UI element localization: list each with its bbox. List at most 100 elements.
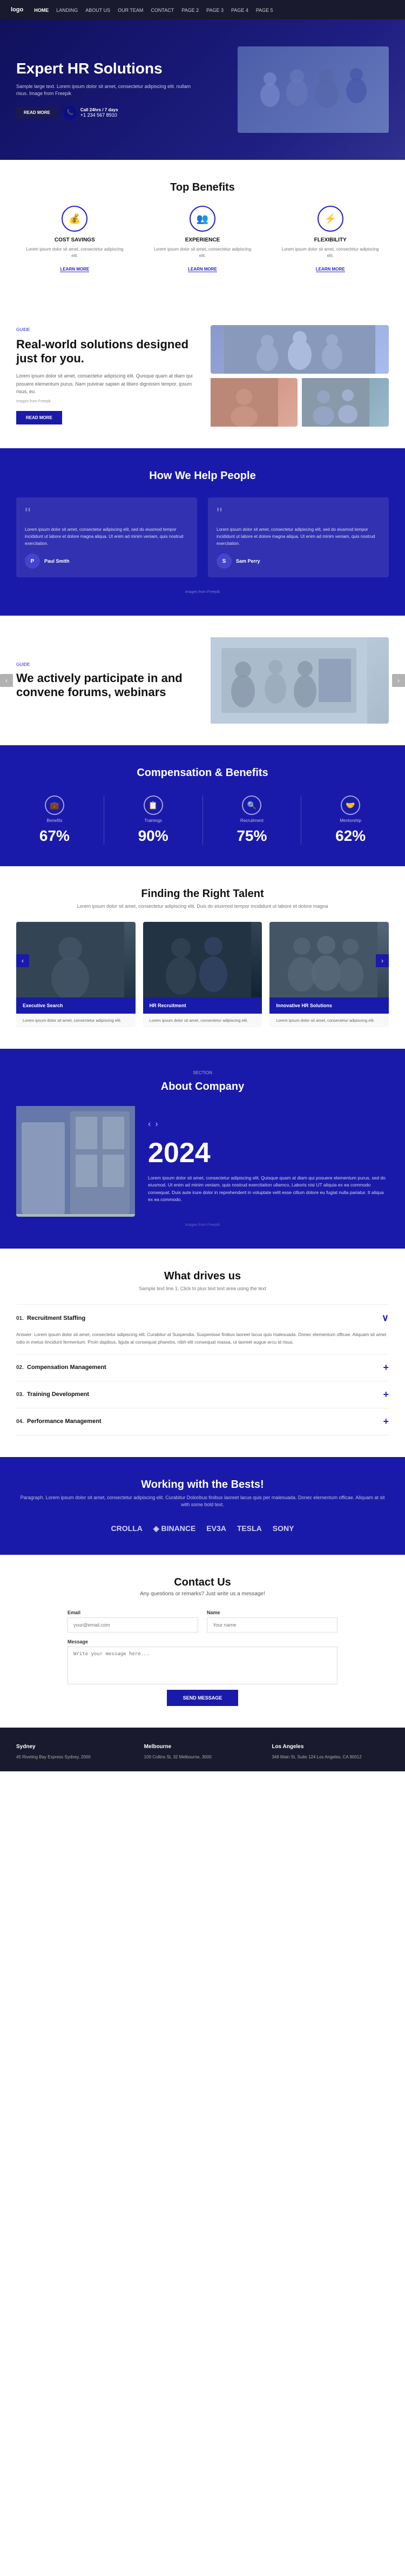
talent-card-1: HR Recruitment Lorem ipsum dolor sit ame…: [143, 922, 262, 1027]
faq-question-3[interactable]: 04. Performance Management +: [16, 1408, 389, 1435]
navbar-links: HOME LANDING ABOUT US OUR TEAM CONTACT P…: [34, 5, 273, 15]
form-group-email: Email: [68, 1610, 198, 1633]
solutions-title: Real-world solutions designed just for y…: [16, 338, 194, 366]
nav-team[interactable]: OUR TEAM: [118, 8, 143, 13]
send-message-button[interactable]: SEND MESSAGE: [167, 1690, 239, 1706]
talent-subtitle: Lorem ipsum dolor sit amet, consectetur …: [16, 903, 389, 909]
talent-arrow-left[interactable]: ‹: [16, 954, 29, 967]
testimonial-1: " Lorem ipsum dolor sit amet, consectetu…: [16, 497, 197, 577]
message-label: Message: [68, 1639, 338, 1644]
email-input[interactable]: [68, 1617, 198, 1633]
nav-contact[interactable]: CONTACT: [151, 8, 174, 13]
nav-page4[interactable]: PAGE 4: [231, 8, 248, 13]
bests-subtitle: Paragraph. Lorem ipsum dolor sit amet, c…: [16, 1494, 389, 1509]
talent-title: Finding the Right Talent: [16, 888, 389, 900]
phone-icon: 📞: [63, 106, 77, 120]
talent-card-text-0: Lorem ipsum dolor sit amet, consectetur …: [16, 1014, 136, 1027]
faq-item-1: 02. Compensation Management +: [16, 1354, 389, 1381]
compensation-title: Compensation & Benefits: [16, 767, 389, 779]
footer-city-sydney: Sydney: [16, 1744, 133, 1750]
talent-card-img-0: [16, 922, 136, 997]
solutions-read-more-button[interactable]: READ MORE: [16, 411, 62, 424]
comp-stat-benefits: 💼 Benefits 67%: [16, 795, 93, 845]
mentorship-stat-icon: 🤝: [341, 795, 360, 815]
comp-stat-trainings: 📋 Trainings 90%: [115, 795, 192, 845]
benefit-text-0: Lorem ipsum dolor sit amet, consectetur …: [23, 246, 127, 259]
faq-question-1[interactable]: 02. Compensation Management +: [16, 1354, 389, 1381]
drives-section: What drives us Sample text line 1. Click…: [0, 1249, 405, 1456]
forums-image: [211, 637, 389, 724]
talent-img-svg-0: [16, 922, 124, 997]
about-year: 2024: [148, 1137, 389, 1169]
nav-page2[interactable]: PAGE 2: [181, 8, 199, 13]
solutions-section: GUIDE Real-world solutions designed just…: [0, 304, 405, 448]
talent-card-label-0: Executive Search: [16, 997, 136, 1014]
talent-card-img-1: [143, 922, 262, 997]
hero-read-more-button[interactable]: READ MORE: [16, 107, 58, 118]
nav-page3[interactable]: PAGE 3: [206, 8, 224, 13]
about-img-svg: [16, 1106, 135, 1214]
navbar-logo: logo: [11, 6, 23, 13]
talent-cards: Executive Search Lorem ipsum dolor sit a…: [16, 922, 389, 1027]
testimonials-grid: " Lorem ipsum dolor sit amet, consectetu…: [16, 497, 389, 577]
about-next-button[interactable]: ›: [155, 1120, 158, 1129]
faq-answer-0: Answer: Lorem ipsum dolor sit amet, cons…: [16, 1331, 389, 1353]
about-image: [16, 1106, 135, 1217]
mentorship-stat-value: 62%: [335, 827, 366, 845]
talent-arrow-right[interactable]: ›: [376, 954, 389, 967]
faq-question-2[interactable]: 03. Training Development +: [16, 1381, 389, 1408]
hero-title: Expert HR Solutions: [16, 59, 195, 78]
nav-landing[interactable]: LANDING: [56, 8, 78, 13]
trainings-stat-value: 90%: [138, 827, 168, 845]
faq-item-2: 03. Training Development +: [16, 1381, 389, 1408]
benefit-cost-savings: 💰 COST SAVINGS Lorem ipsum dolor sit ame…: [16, 197, 133, 282]
bests-logos: CROLLA ◈ BINANCE EV3A TESLA SONY: [16, 1524, 389, 1533]
testimonial-author-2: S Sam Perry: [217, 554, 380, 569]
how-we-help-section: How We Help People " Lorem ipsum dolor s…: [0, 448, 405, 616]
testimonial-author-1: P Paul Smith: [25, 554, 188, 569]
forums-arrow-left[interactable]: ‹: [0, 674, 13, 687]
forums-label: GUIDE: [16, 662, 194, 667]
learn-more-1[interactable]: LEARN MORE: [188, 267, 217, 272]
drives-title: What drives us: [16, 1270, 389, 1283]
forums-section: ‹ GUIDE We actively participate in and c…: [0, 616, 405, 745]
author-name-2: Sam Perry: [236, 558, 260, 564]
solutions-content: GUIDE Real-world solutions designed just…: [16, 327, 194, 425]
compensation-section: Compensation & Benefits 💼 Benefits 67% 📋…: [0, 745, 405, 866]
hero-phone: 📞 Call 24hrs / 7 days +1 234 567 8910: [63, 106, 118, 120]
contact-section: Contact Us Any questions or remarks? Jus…: [0, 1555, 405, 1728]
trainings-stat-label: Trainings: [144, 818, 162, 823]
learn-more-0[interactable]: LEARN MORE: [60, 267, 89, 272]
solutions-img-credit: Images from Freepik: [16, 400, 194, 403]
faq-question-0[interactable]: 01. Recruitment Staffing ∨: [16, 1305, 389, 1331]
benefits-stat-icon: 💼: [45, 795, 64, 815]
about-prev-button[interactable]: ‹: [148, 1120, 151, 1129]
brand-logo-binance: ◈ BINANCE: [153, 1524, 195, 1533]
about-label: SECTION: [16, 1070, 389, 1075]
recruitment-stat-label: Recruitment: [240, 818, 264, 823]
brand-logo-sony: SONY: [273, 1524, 294, 1533]
benefit-title-2: FLEXIBILITY: [278, 237, 382, 243]
faq-question-text-2: 03. Training Development: [16, 1391, 89, 1398]
footer-address-sydney: 45 Riveting Bay Express Sydney, 2000: [16, 1754, 133, 1761]
nav-page5[interactable]: PAGE 5: [256, 8, 273, 13]
faq-question-text-1: 02. Compensation Management: [16, 1364, 106, 1371]
benefits-stat-value: 67%: [39, 827, 70, 845]
about-img-credit: Images from Freepik: [16, 1223, 389, 1227]
talent-card-label-2: Innovative HR Solutions: [269, 997, 389, 1014]
benefit-text-1: Lorem ipsum dolor sit amet, consectetur …: [151, 246, 255, 259]
nav-about[interactable]: ABOUT US: [85, 8, 110, 13]
benefit-flexibility: ⚡ FLEXIBILITY Lorem ipsum dolor sit amet…: [272, 197, 389, 282]
faq-item-0: 01. Recruitment Staffing ∨ Answer: Lorem…: [16, 1304, 389, 1353]
quote-icon-2: ": [217, 506, 380, 522]
forums-arrow-right[interactable]: ›: [392, 674, 405, 687]
message-textarea[interactable]: [68, 1647, 338, 1684]
about-title: About Company: [16, 1081, 389, 1093]
hero-phone-text: Call 24hrs / 7 days +1 234 567 8910: [80, 107, 118, 118]
nav-home[interactable]: HOME: [34, 8, 49, 13]
learn-more-2[interactable]: LEARN MORE: [316, 267, 345, 272]
benefits-grid: 💰 COST SAVINGS Lorem ipsum dolor sit ame…: [16, 197, 389, 282]
name-input[interactable]: [207, 1617, 338, 1633]
hero-buttons: READ MORE 📞 Call 24hrs / 7 days +1 234 5…: [16, 106, 195, 120]
form-group-message: Message: [68, 1639, 338, 1684]
